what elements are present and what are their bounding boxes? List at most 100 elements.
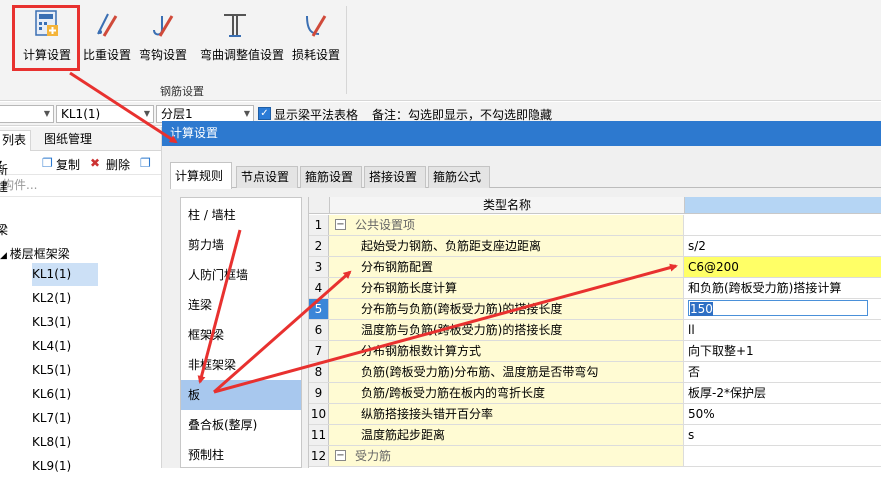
category-shear-wall[interactable]: 剪力墙: [181, 230, 301, 260]
lap-length-value: 150: [690, 302, 713, 316]
row-value[interactable]: 和负筋(跨板受力筋)搭接计算: [684, 278, 881, 298]
category-precast-column[interactable]: 预制柱: [181, 440, 301, 470]
category-frame-beam[interactable]: 框架梁: [181, 320, 301, 350]
tree-group[interactable]: ◢ 楼层框架梁: [0, 245, 70, 263]
grid-row[interactable]: 11 温度筋起步距离 s: [309, 425, 881, 446]
grid-header-name: 类型名称: [329, 197, 684, 214]
member-combo[interactable]: KL1(1) ▼: [56, 105, 154, 123]
grid-header-value: [684, 197, 881, 214]
tree-item-kl6[interactable]: KL6(1): [32, 383, 98, 406]
loss-settings-button[interactable]: 损耗设置: [281, 8, 351, 68]
dialog-title: 计算设置: [162, 121, 881, 146]
tab-calc-rules[interactable]: 计算规则: [170, 162, 232, 189]
hook-settings-icon: [150, 10, 176, 38]
category-slab[interactable]: 板: [181, 380, 301, 410]
member-combo-value: KL1(1): [61, 107, 101, 121]
grid-row[interactable]: 8 负筋(跨板受力筋)分布筋、温度筋是否带弯勾 否: [309, 362, 881, 383]
tree-item-kl8[interactable]: KL8(1): [32, 431, 98, 454]
category-civil-defense-door-wall[interactable]: 人防门框墙: [181, 260, 301, 290]
chevron-down-icon: ▼: [243, 109, 250, 118]
tree-item-kl9[interactable]: KL9(1): [32, 455, 98, 478]
tab-drawing-management[interactable]: 图纸管理: [40, 130, 96, 151]
row-value-editor[interactable]: 150: [684, 299, 881, 319]
grid-row[interactable]: 4 分布钢筋长度计算 和负筋(跨板受力筋)搭接计算: [309, 278, 881, 299]
tree-item-kl7[interactable]: KL7(1): [32, 407, 98, 430]
tab-stirrup-settings[interactable]: 箍筋设置: [300, 166, 362, 188]
grid-row[interactable]: 3 分布钢筋配置 C6@200: [309, 257, 881, 278]
row-value[interactable]: s: [684, 425, 881, 445]
rebar-settings-group-label: 钢筋设置: [160, 85, 204, 98]
row-number: 10: [309, 404, 329, 424]
row-number: 11: [309, 425, 329, 445]
row-number: 5: [309, 299, 329, 319]
grid-row[interactable]: 7 分布钢筋根数计算方式 向下取整+1: [309, 341, 881, 362]
tree-item-kl1[interactable]: KL1(1): [32, 263, 98, 286]
row-number: 8: [309, 362, 329, 382]
tab-list[interactable]: 列表: [0, 130, 32, 151]
grid-row-active[interactable]: 5 分布筋与负筋(跨板受力筋)的搭接长度 150: [309, 299, 881, 320]
hook-settings-label: 弯钩设置: [138, 48, 187, 62]
row-number: 6: [309, 320, 329, 340]
category-non-frame-beam[interactable]: 非框架梁: [181, 350, 301, 380]
layer-copy-icon[interactable]: ❐: [140, 156, 151, 170]
ribbon: 计算设置 比重设置 弯钩设置 弯曲调整值设置 损耗设置 钢筋设置: [0, 0, 881, 101]
grid-row[interactable]: 9 负筋/跨板受力筋在板内的弯折长度 板厚-2*保护层: [309, 383, 881, 404]
row-name: 负筋(跨板受力筋)分布筋、温度筋是否带弯勾: [329, 362, 684, 382]
grid-row[interactable]: 1 − 公共设置项: [309, 215, 881, 236]
copy-icon: ❐: [42, 156, 53, 170]
category-composite-slab[interactable]: 叠合板(整厚): [181, 410, 301, 440]
tree-collapse-icon: ◢: [0, 251, 10, 261]
collapse-icon[interactable]: −: [335, 219, 346, 230]
grid-row[interactable]: 2 起始受力钢筋、负筋距支座边距离 s/2: [309, 236, 881, 257]
category-column-wall[interactable]: 柱 / 墙柱: [181, 200, 301, 230]
row-number: 3: [309, 257, 329, 277]
new-label: 新建: [0, 163, 9, 194]
row-value[interactable]: s/2: [684, 236, 881, 256]
tree-item-kl3[interactable]: KL3(1): [32, 311, 98, 334]
row-number: 7: [309, 341, 329, 361]
row-name-text: 公共设置项: [355, 218, 416, 232]
layer-combo-value: 分层1: [161, 107, 193, 121]
grid-row[interactable]: 6 温度筋与负筋(跨板受力筋)的搭接长度 ll: [309, 320, 881, 341]
bend-adjust-icon: [222, 10, 248, 38]
hook-settings-button[interactable]: 弯钩设置: [128, 8, 198, 68]
row-number: 9: [309, 383, 329, 403]
tab-stirrup-formula[interactable]: 箍筋公式: [428, 166, 490, 188]
show-beam-table-checkbox[interactable]: ✓: [258, 107, 271, 120]
member-search-input[interactable]: 构件...: [0, 175, 161, 197]
tree-item-kl5[interactable]: KL5(1): [32, 359, 98, 382]
row-name: 温度筋与负筋(跨板受力筋)的搭接长度: [329, 320, 684, 340]
grid-row[interactable]: 12 − 受力筋: [309, 446, 881, 467]
bend-adjust-button[interactable]: 弯曲调整值设置: [200, 8, 284, 68]
grid-row[interactable]: 10 纵筋搭接接头错开百分率 50%: [309, 404, 881, 425]
calc-settings-highlight-box: [12, 5, 80, 71]
copy-button[interactable]: 复制: [56, 156, 80, 173]
category-coupling-beam[interactable]: 连梁: [181, 290, 301, 320]
row-value-distribution-rebar[interactable]: C6@200: [684, 257, 881, 277]
row-value[interactable]: ll: [684, 320, 881, 340]
row-name: 负筋/跨板受力筋在板内的弯折长度: [329, 383, 684, 403]
tab-node-settings[interactable]: 节点设置: [236, 166, 298, 188]
row-value[interactable]: 否: [684, 362, 881, 382]
tree-root[interactable]: 梁: [0, 221, 8, 239]
row-name: 分布钢筋长度计算: [329, 278, 684, 298]
row-value: [684, 446, 881, 466]
tab-lap-settings[interactable]: 搭接设置: [364, 166, 426, 188]
collapse-icon[interactable]: −: [335, 450, 346, 461]
new-button[interactable]: 新建 ▾: [0, 156, 8, 194]
lap-length-input[interactable]: 150: [688, 300, 868, 316]
loss-settings-label: 损耗设置: [291, 48, 340, 62]
row-value[interactable]: 板厚-2*保护层: [684, 383, 881, 403]
row-value: [684, 215, 881, 235]
row-value[interactable]: 向下取整+1: [684, 341, 881, 361]
row-value[interactable]: 50%: [684, 404, 881, 424]
calc-settings-dialog: 计算设置 计算规则 节点设置 箍筋设置 搭接设置 箍筋公式 柱 / 墙柱 剪力墙…: [162, 121, 881, 468]
delete-button[interactable]: 删除: [106, 156, 130, 173]
row-name: 分布钢筋配置: [329, 257, 684, 277]
grid-header-number: [309, 197, 329, 214]
tree-item-kl4[interactable]: KL4(1): [32, 335, 98, 358]
tree-item-kl2[interactable]: KL2(1): [32, 287, 98, 310]
type-combo[interactable]: ▼: [0, 105, 54, 123]
row-number: 1: [309, 215, 329, 235]
tree-group-label: 楼层框架梁: [9, 247, 70, 261]
